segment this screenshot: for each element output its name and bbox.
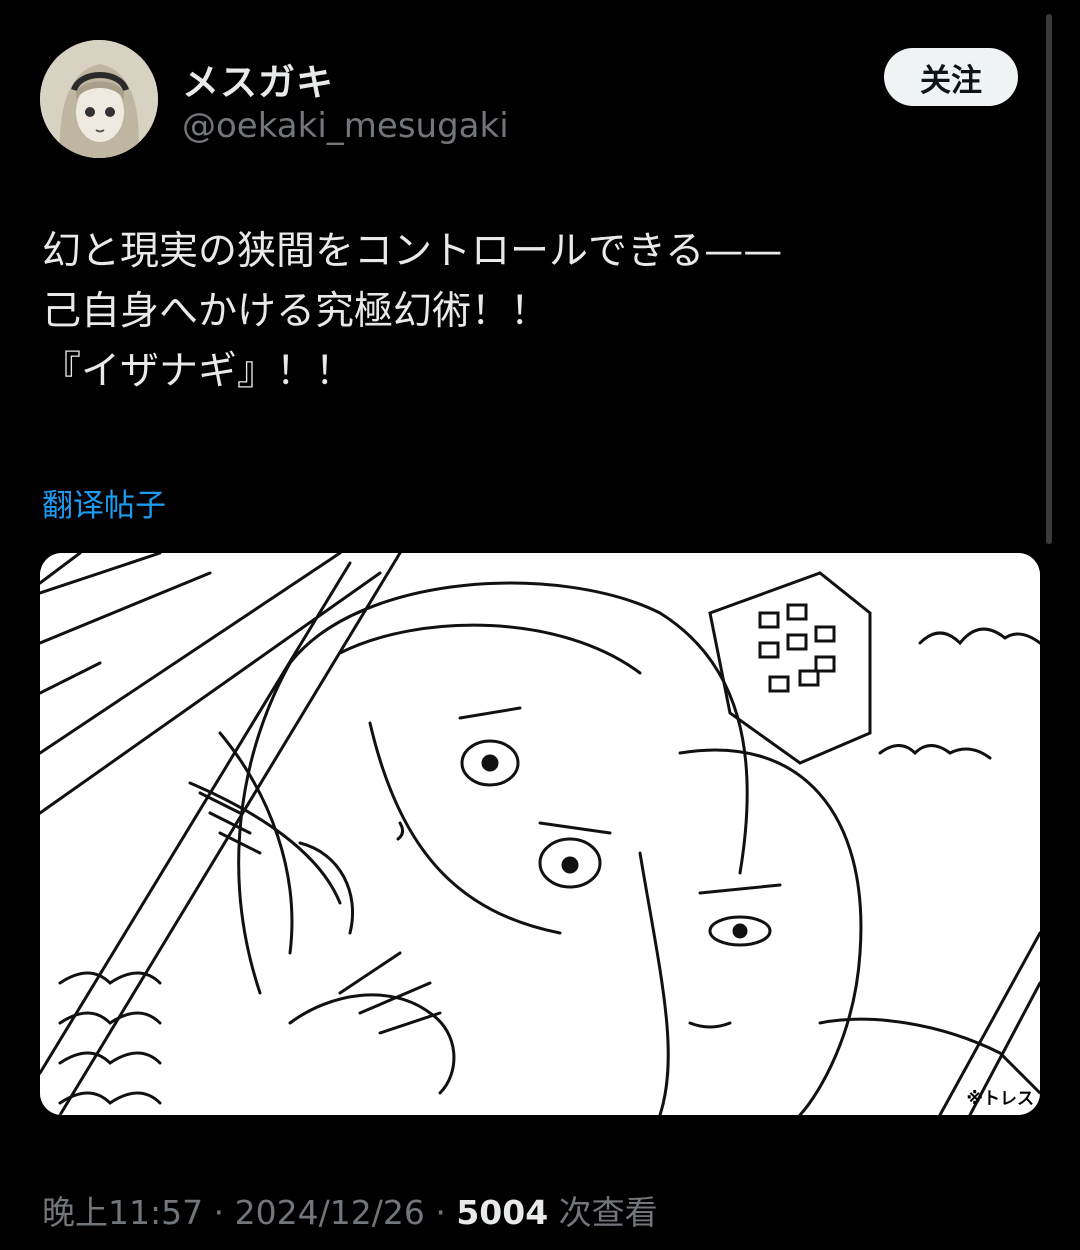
tweet-line: 己自身へかける究極幻術！！ [42, 289, 550, 334]
meta-separator: · [213, 1193, 225, 1232]
post-time[interactable]: 晚上11:57 [42, 1193, 203, 1232]
tweet-line: 『イザナギ』！！ [42, 349, 355, 394]
tweet-media-image[interactable]: ※トレス [40, 553, 1040, 1115]
meta-separator: · [435, 1193, 446, 1232]
follow-button[interactable]: 关注 [884, 48, 1018, 106]
view-count: 5004 [456, 1193, 549, 1232]
avatar-illustration [40, 40, 158, 158]
tweet-text: 幻と現実の狭間をコントロールできる—— 己自身へかける究極幻術！！ 『イザナギ』… [42, 222, 1032, 402]
scrollbar[interactable] [1046, 14, 1052, 544]
media-corner-note: ※トレス [966, 1089, 1034, 1109]
author-avatar[interactable] [40, 40, 158, 158]
author-display-name[interactable]: メスガキ [182, 52, 334, 106]
tweet-meta: 晚上11:57 · 2024/12/26 · 5004 次查看 [42, 1186, 658, 1234]
post-date[interactable]: 2024/12/26 [235, 1193, 425, 1232]
view-label: 次查看 [558, 1193, 658, 1232]
translate-post-link[interactable]: 翻译帖子 [42, 480, 166, 525]
author-handle[interactable]: @oekaki_mesugaki [182, 106, 509, 146]
line-art-illustration [40, 553, 1040, 1115]
tweet-line: 幻と現実の狭間をコントロールできる—— [42, 229, 783, 274]
